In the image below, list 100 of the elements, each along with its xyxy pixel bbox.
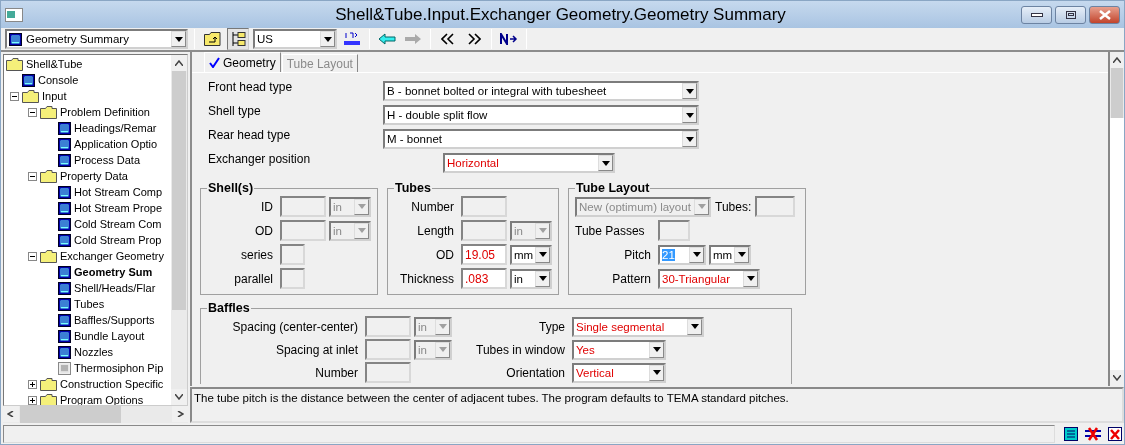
unit-dropdown[interactable]: in [510,268,552,289]
scroll-right-icon[interactable] [176,411,184,417]
unit-dropdown[interactable]: mm [709,244,751,265]
folder-up-icon[interactable] [203,32,221,46]
form-list-icon[interactable] [1064,426,1078,441]
scroll-up-icon[interactable] [175,60,183,66]
expand-icon[interactable] [28,395,37,405]
group-title: Baffles [207,301,251,315]
field-label: Thickness [398,271,455,286]
dropdown[interactable]: Yes [572,339,666,360]
field-label: Pitch [623,247,652,262]
collapse-icon[interactable] [10,91,19,101]
tree-item[interactable]: Shell/Heads/Flar [74,282,156,294]
folder-icon [40,249,57,263]
navigator-dropdown[interactable]: Geometry Summary [5,29,188,49]
tree-item[interactable]: Console [38,74,79,86]
input-field[interactable] [365,316,411,337]
scroll-down-icon[interactable] [175,394,183,400]
tree-item[interactable]: Cold Stream Prop [74,234,162,246]
field-label: OD [254,223,274,238]
field-label: ID [260,199,274,214]
dropdown[interactable]: Horizontal [443,153,615,173]
folder-icon [40,169,57,183]
tree-item[interactable]: Application Optio [74,138,158,150]
field-label: Type [538,319,566,334]
scrollbar-thumb[interactable] [20,406,121,423]
tree-item[interactable]: Property Data [60,170,128,182]
tree-item[interactable]: Baffles/Supports [74,314,155,326]
folder-icon [40,377,57,391]
scroll-down-icon[interactable] [1113,375,1121,381]
dropdown[interactable]: Vertical [572,362,666,383]
collapse-icon[interactable] [28,107,37,117]
field-label: Exchanger position [208,151,312,166]
group-title: Tubes [394,181,432,195]
field-label: Spacing (center-center) [231,319,359,334]
checkmark-icon [209,57,220,68]
close-icon [1098,9,1111,20]
input-field[interactable] [755,196,796,217]
tree-item[interactable]: Shell&Tube [26,58,83,70]
input-field[interactable] [365,339,411,360]
tree-item[interactable]: Hot Stream Prope [74,202,163,214]
tree-item[interactable]: Nozzles [74,346,114,358]
units-dropdown[interactable]: US [253,29,337,49]
field-label: Number [410,199,455,214]
next-input-icon[interactable] [500,33,518,45]
folder-icon [40,393,57,405]
tree-item[interactable]: Exchanger Geometry [60,250,164,262]
dropdown[interactable]: B - bonnet bolted or integral with tubesheet [383,81,699,101]
scroll-up-icon[interactable] [1113,57,1121,63]
double-right-chevron-icon[interactable] [467,33,481,45]
dropdown[interactable]: H - double split flow [383,105,699,125]
input-field[interactable] [365,362,411,383]
tree-item[interactable]: Problem Definition [60,106,150,118]
form-icon [58,153,71,167]
input-field[interactable]: 19.05 [461,244,507,265]
tree-item[interactable]: Thermosiphon Pip [74,362,164,374]
unit-conversion-icon[interactable] [343,31,361,47]
tree-item[interactable]: Input [42,90,67,102]
dropdown[interactable]: Single segmental [572,316,704,337]
back-arrow-icon[interactable] [378,33,396,45]
field-label: Tubes in window [475,342,566,357]
dropdown[interactable]: M - bonnet [383,129,699,149]
help-text: The tube pitch is the distance between the center of adjacent tubes. The program defaults to TEMA standard pitches. [190,387,1124,423]
tree-item[interactable]: Process Data [74,154,141,166]
tree-view-button[interactable] [227,28,249,50]
scrollbar-thumb[interactable] [1111,68,1123,119]
tab[interactable]: Geometry [204,52,281,72]
form-icon [58,185,71,199]
tree-item[interactable]: Tubes [74,298,105,310]
tree-item[interactable]: Bundle Layout [74,330,145,342]
tree-item[interactable]: Geometry Sum [74,266,153,278]
tree-item[interactable]: Headings/Remar [74,122,157,134]
form-icon [58,281,71,295]
input-field[interactable]: .083 [461,268,507,289]
input-field[interactable] [658,220,690,241]
cross-icon[interactable] [1085,426,1101,441]
form-icon [58,345,71,359]
app-icon [5,7,23,22]
tree-item[interactable]: Cold Stream Com [74,218,162,230]
close-button[interactable] [1089,5,1120,24]
field-label: Tubes: [715,199,752,214]
collapse-icon[interactable] [28,251,37,261]
minimize-button[interactable] [1021,5,1052,24]
field-label: Number [314,365,359,380]
tree-item[interactable]: Construction Specific [60,378,164,390]
expand-icon[interactable] [28,379,37,389]
collapse-icon[interactable] [28,171,37,181]
scroll-left-icon[interactable] [7,411,15,417]
group-title: Shell(s) [207,181,255,195]
cross-icon[interactable] [1108,426,1122,441]
maximize-button[interactable] [1055,5,1086,24]
pattern-dropdown[interactable]: 30-Triangular [658,268,760,289]
field-label: series [240,247,274,262]
unit-dropdown[interactable]: mm [510,244,552,265]
double-left-chevron-icon[interactable] [441,33,455,45]
scrollbar-thumb[interactable] [172,71,186,310]
form-icon [58,361,71,375]
tree-item[interactable]: Hot Stream Comp [74,186,163,198]
field-label: Rear head type [208,127,292,142]
field-label: Pattern [611,271,652,286]
